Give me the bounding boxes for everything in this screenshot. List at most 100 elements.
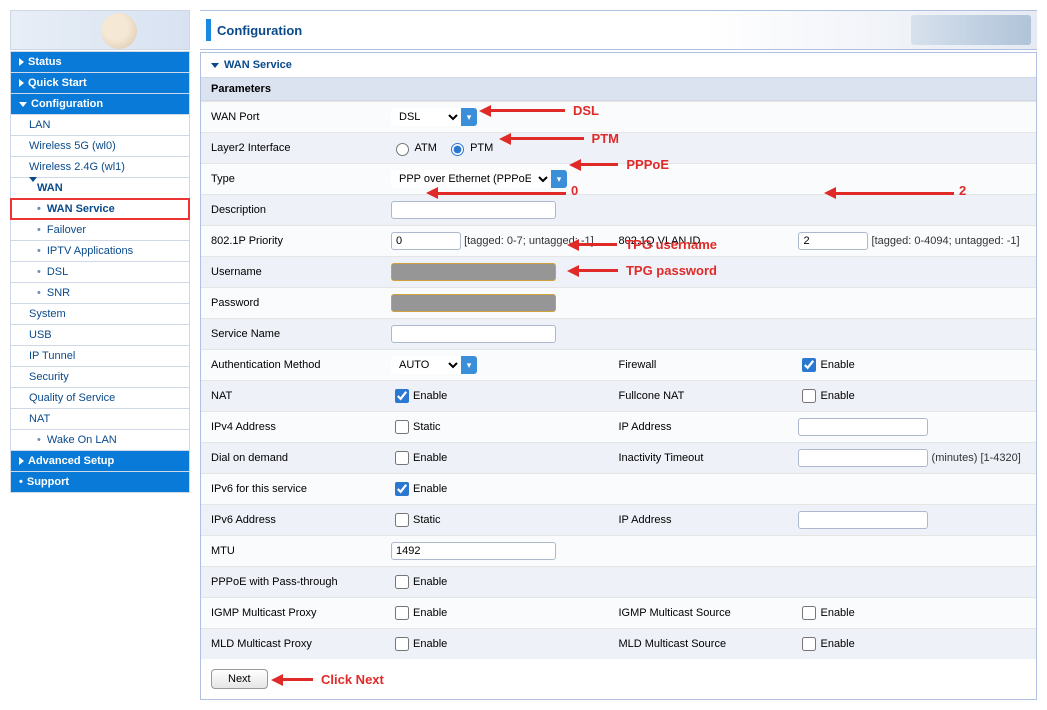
wan-port-label: WAN Port xyxy=(201,102,381,133)
inactivity-input[interactable] xyxy=(798,449,928,467)
ipv6-static-checkbox[interactable] xyxy=(395,513,409,527)
bullet-icon: • xyxy=(37,266,41,278)
password-label: Password xyxy=(201,288,381,319)
nav-wan[interactable]: WAN xyxy=(10,177,190,199)
inactivity-label: Inactivity Timeout xyxy=(608,443,788,474)
auth-select[interactable]: AUTO xyxy=(391,356,461,374)
priority-hint: [tagged: 0-7; untagged: -1] xyxy=(464,235,594,247)
ipv6-addr-label: IPv6 Address xyxy=(201,505,381,536)
sidebar: Status Quick Start Configuration LAN Wir… xyxy=(10,10,190,493)
vlan-input[interactable] xyxy=(798,232,868,250)
password-input[interactable] xyxy=(391,294,556,312)
mld-source-enable[interactable]: Enable xyxy=(798,638,854,650)
ipv6-static[interactable]: Static xyxy=(391,514,441,526)
priority-label: 802.1P Priority xyxy=(201,226,381,257)
nav-wireless-5g[interactable]: Wireless 5G (wl0) xyxy=(10,135,190,157)
caret-icon: ▾ xyxy=(461,108,477,126)
nav-usb[interactable]: USB xyxy=(10,324,190,346)
next-button[interactable]: Next xyxy=(211,669,268,689)
service-name-input[interactable] xyxy=(391,325,556,343)
mtu-input[interactable] xyxy=(391,542,556,560)
layer2-label: Layer2 Interface xyxy=(201,133,381,164)
mld-proxy-checkbox[interactable] xyxy=(395,637,409,651)
description-input[interactable] xyxy=(391,201,556,219)
mld-proxy-enable[interactable]: Enable xyxy=(391,638,447,650)
mtu-label: MTU xyxy=(201,536,381,567)
bullet-icon: • xyxy=(37,434,41,446)
nav-support[interactable]: •Support xyxy=(10,471,190,493)
nat-enable[interactable]: Enable xyxy=(391,390,447,402)
firewall-checkbox[interactable] xyxy=(802,358,816,372)
nav-lan[interactable]: LAN xyxy=(10,114,190,136)
type-select[interactable]: PPP over Ethernet (PPPoE) xyxy=(391,170,551,188)
nav-ip-tunnel[interactable]: IP Tunnel xyxy=(10,345,190,367)
nav-wol[interactable]: •Wake On LAN xyxy=(10,429,190,451)
ipv4-static[interactable]: Static xyxy=(391,421,441,433)
parameters-heading: Parameters xyxy=(201,78,1036,101)
ipv4-label: IPv4 Address xyxy=(201,412,381,443)
dod-enable[interactable]: Enable xyxy=(391,452,447,464)
ipv6-svc-checkbox[interactable] xyxy=(395,482,409,496)
fullcone-enable[interactable]: Enable xyxy=(798,390,854,402)
wan-port-select[interactable]: DSL xyxy=(391,108,461,126)
passthrough-checkbox[interactable] xyxy=(395,575,409,589)
igmp-proxy-label: IGMP Multicast Proxy xyxy=(201,598,381,629)
atm-radio[interactable] xyxy=(396,143,409,156)
priority-input[interactable] xyxy=(391,232,461,250)
bullet-icon: • xyxy=(37,224,41,236)
firewall-label: Firewall xyxy=(608,350,788,381)
mld-source-label: MLD Multicast Source xyxy=(608,629,788,660)
nav-wireless-24g[interactable]: Wireless 2.4G (wl1) xyxy=(10,156,190,178)
ipv6-ip-input[interactable] xyxy=(798,511,928,529)
nav-qos[interactable]: Quality of Service xyxy=(10,387,190,409)
ptm-radio[interactable] xyxy=(451,143,464,156)
type-label: Type xyxy=(201,164,381,195)
ip-address-input[interactable] xyxy=(798,418,928,436)
page-header: Configuration xyxy=(200,10,1037,50)
chevron-down-icon xyxy=(29,177,37,194)
nav-system[interactable]: System xyxy=(10,303,190,325)
panel-title[interactable]: WAN Service xyxy=(201,53,1036,78)
nav-nat[interactable]: NAT xyxy=(10,408,190,430)
username-input[interactable] xyxy=(391,263,556,281)
nav-advanced[interactable]: Advanced Setup xyxy=(10,450,190,472)
bullet-icon: • xyxy=(37,287,41,299)
service-name-label: Service Name xyxy=(201,319,381,350)
passthrough-enable[interactable]: Enable xyxy=(391,576,447,588)
caret-icon: ▾ xyxy=(461,356,477,374)
header-accent-icon xyxy=(206,19,211,41)
ipv6-svc-enable[interactable]: Enable xyxy=(391,483,447,495)
username-label: Username xyxy=(201,257,381,288)
nav-wan-service[interactable]: •WAN Service xyxy=(10,198,190,220)
nav-failover[interactable]: •Failover xyxy=(10,219,190,241)
mld-source-checkbox[interactable] xyxy=(802,637,816,651)
vlan-label: 802.1Q VLAN ID xyxy=(608,226,788,257)
nav-iptv[interactable]: •IPTV Applications xyxy=(10,240,190,262)
main: Configuration WAN Service Parameters WAN… xyxy=(200,10,1037,700)
ipv4-static-checkbox[interactable] xyxy=(395,420,409,434)
bullet-icon: • xyxy=(37,245,41,257)
layer2-ptm-option[interactable]: PTM xyxy=(446,142,493,154)
igmp-source-checkbox[interactable] xyxy=(802,606,816,620)
nav-quick-start[interactable]: Quick Start xyxy=(10,72,190,94)
fullcone-label: Fullcone NAT xyxy=(608,381,788,412)
nav-snr[interactable]: •SNR xyxy=(10,282,190,304)
callout-next: Click Next xyxy=(271,672,361,687)
dod-checkbox[interactable] xyxy=(395,451,409,465)
igmp-proxy-enable[interactable]: Enable xyxy=(391,607,447,619)
nav-dsl[interactable]: •DSL xyxy=(10,261,190,283)
igmp-source-label: IGMP Multicast Source xyxy=(608,598,788,629)
nav-security[interactable]: Security xyxy=(10,366,190,388)
passthrough-label: PPPoE with Pass-through xyxy=(201,567,381,598)
layer2-atm-option[interactable]: ATM xyxy=(391,142,437,154)
firewall-enable[interactable]: Enable xyxy=(798,359,854,371)
page-title: Configuration xyxy=(217,23,302,38)
nav-status[interactable]: Status xyxy=(10,51,190,73)
nat-checkbox[interactable] xyxy=(395,389,409,403)
chevron-down-icon xyxy=(211,63,219,68)
fullcone-checkbox[interactable] xyxy=(802,389,816,403)
nav-configuration[interactable]: Configuration xyxy=(10,93,190,115)
igmp-proxy-checkbox[interactable] xyxy=(395,606,409,620)
dod-label: Dial on demand xyxy=(201,443,381,474)
igmp-source-enable[interactable]: Enable xyxy=(798,607,854,619)
